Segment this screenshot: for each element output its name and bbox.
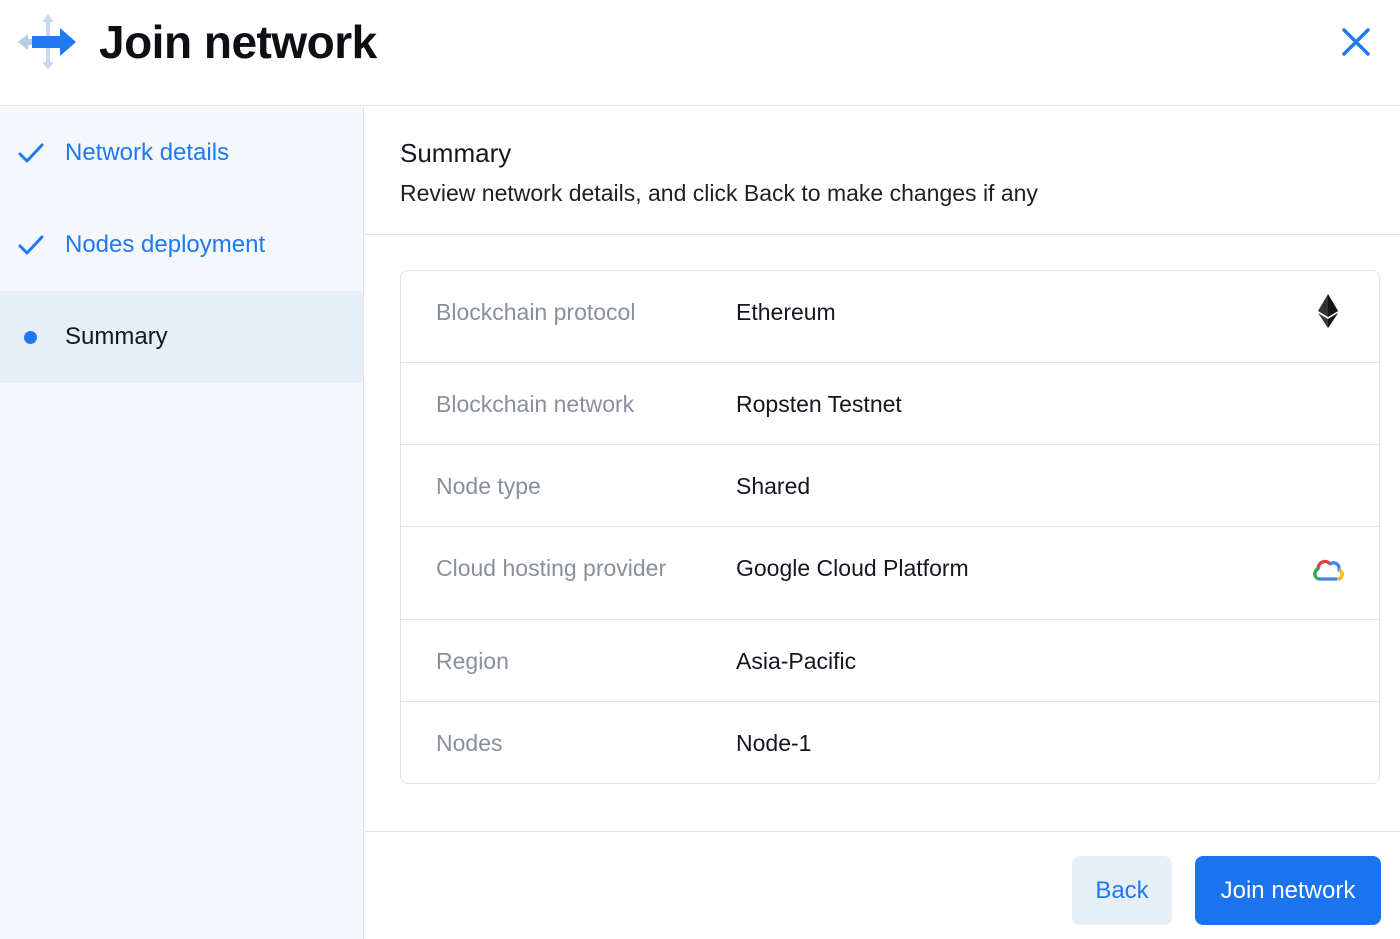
checkmark-icon (18, 235, 44, 255)
dialog-header: Join network (0, 0, 1400, 106)
row-value: Ethereum (736, 299, 836, 325)
row-key: Blockchain network (436, 391, 635, 417)
summary-row: Blockchain protocol Ethereum (401, 271, 1379, 363)
step-summary[interactable]: Summary (0, 291, 363, 383)
ethereum-icon (1318, 294, 1338, 328)
dot-icon (24, 331, 37, 344)
row-value: Ropsten Testnet (736, 391, 902, 417)
dialog-footer: Back Join network (365, 831, 1400, 939)
summary-row: Node type Shared (401, 445, 1379, 527)
step-network-details[interactable]: Network details (0, 107, 363, 199)
row-key: Region (436, 648, 509, 674)
dialog-title: Join network (99, 16, 377, 68)
step-label: Network details (65, 139, 230, 166)
google-cloud-icon (1313, 559, 1344, 581)
row-key: Blockchain protocol (436, 299, 636, 325)
summary-row: Blockchain network Ropsten Testnet (401, 363, 1379, 445)
summary-row: Cloud hosting provider Google Cloud Plat… (401, 527, 1379, 620)
row-value: Google Cloud Platform (736, 555, 969, 581)
step-nodes-deployment[interactable]: Nodes deployment (0, 199, 363, 291)
back-button[interactable]: Back (1072, 856, 1172, 925)
row-key: Nodes (436, 730, 503, 756)
section-title: Summary (400, 138, 512, 168)
row-value: Asia-Pacific (736, 648, 857, 674)
summary-row: Region Asia-Pacific (401, 620, 1379, 702)
row-key: Node type (436, 473, 541, 499)
row-value: Node-1 (736, 730, 812, 756)
step-label: Nodes deployment (65, 231, 266, 258)
section-header: Summary Review network details, and clic… (365, 107, 1400, 235)
summary-card: Blockchain protocol Ethereum Blockchain … (400, 270, 1380, 784)
section-subtitle: Review network details, and click Back t… (400, 180, 1038, 206)
summary-row: Nodes Node-1 (401, 702, 1379, 783)
join-network-button[interactable]: Join network (1195, 856, 1381, 925)
main-panel: Summary Review network details, and clic… (365, 107, 1400, 939)
arrows-move-icon (18, 14, 76, 70)
row-value: Shared (736, 473, 811, 499)
steps-sidebar: Network details Nodes deployment Summary (0, 107, 364, 939)
row-key: Cloud hosting provider (436, 555, 667, 581)
step-label: Summary (65, 323, 168, 350)
checkmark-icon (18, 143, 44, 163)
close-icon[interactable] (1336, 22, 1376, 62)
